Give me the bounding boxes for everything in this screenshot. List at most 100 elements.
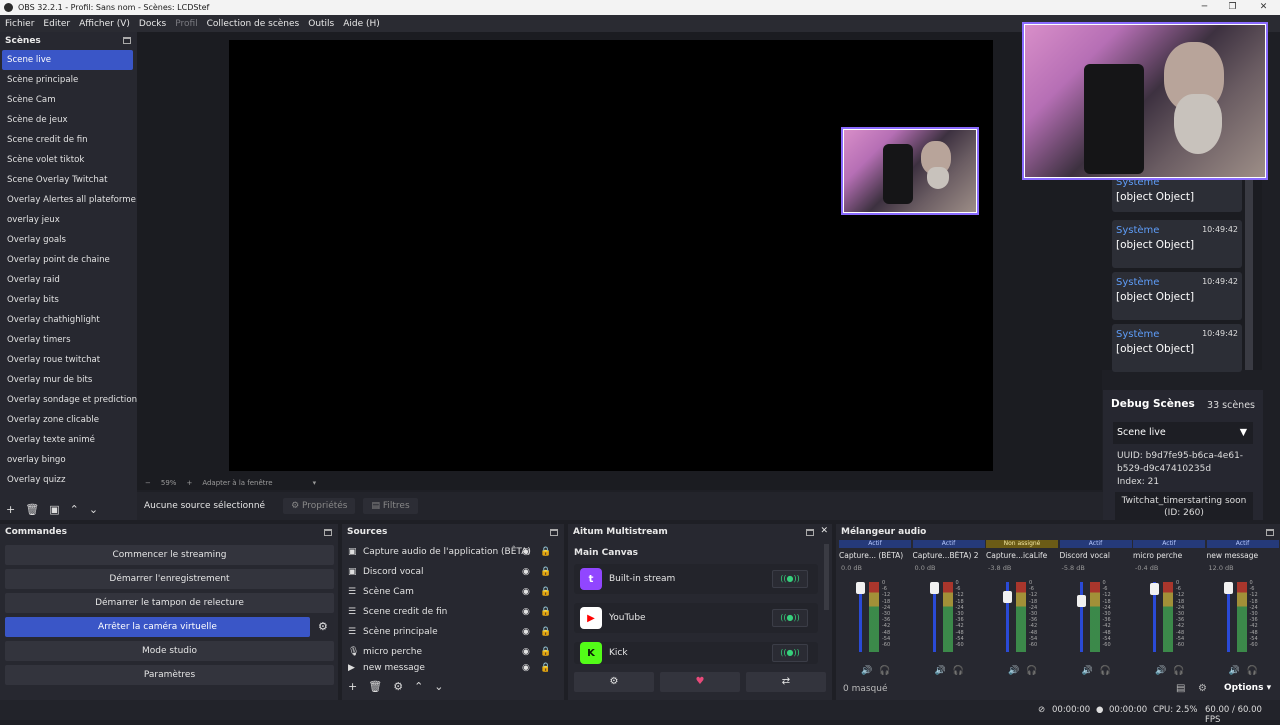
scene-item[interactable]: Overlay texte animé [0,430,137,450]
scene-item[interactable]: Overlay zone clicable [0,410,137,430]
channel-name[interactable]: micro perche [1133,551,1205,560]
scene-item[interactable]: Overlay raid [0,270,137,290]
visibility-eye-icon[interactable]: ◉ [522,607,530,617]
chat-scrollbar[interactable] [1245,180,1253,370]
preview-canvas[interactable] [229,40,993,471]
source-item[interactable]: ☰ Scene credit de fin ◉ 🔒 [348,602,551,622]
stop-virtual-camera-button[interactable]: Arrêter la caméra virtuelle [5,617,310,637]
speaker-icon[interactable]: 🔊 [1008,666,1019,676]
chevron-down-icon[interactable]: ▾ [313,479,317,487]
mixer-options-button[interactable]: Options ▾ [1224,683,1271,693]
add-scene-icon[interactable]: + [6,503,15,516]
undock-icon[interactable] [1266,529,1274,536]
scene-item[interactable]: Overlay mur de bits [0,370,137,390]
source-item[interactable]: ▣ Discord vocal ◉ 🔒 [348,562,551,582]
scene-item[interactable]: Scene Overlay Twitchat [0,170,137,190]
studio-mode-button[interactable]: Mode studio [5,641,334,661]
channel-name[interactable]: Capture...icaLife [986,551,1058,560]
volume-slider-knob[interactable] [929,582,939,594]
undock-icon[interactable] [123,37,131,44]
properties-button[interactable]: ⚙ Propriétés [283,498,356,514]
scene-item[interactable]: Scène Cam [0,90,137,110]
visibility-eye-icon[interactable]: ◉ [522,627,530,637]
speaker-icon[interactable]: 🔊 [1155,666,1166,676]
headphones-icon[interactable]: 🎧 [1026,666,1037,676]
channel-name[interactable]: Capture... (BÊTA) [839,551,911,560]
source-item[interactable]: 🎙 micro perche ◉ 🔒 [348,642,551,662]
scene-item[interactable]: Scène principale [0,70,137,90]
visibility-eye-icon[interactable]: ◉ [522,587,530,597]
move-down-icon[interactable]: ⌄ [89,503,98,516]
menu-docks[interactable]: Docks [139,19,166,29]
lock-icon[interactable]: 🔒 [540,647,551,657]
scene-item[interactable]: Overlay Alertes all plateforme [0,190,137,210]
visibility-eye-icon[interactable]: ◉ [522,567,530,577]
speaker-icon[interactable]: 🔊 [1082,666,1093,676]
headphones-icon[interactable]: 🎧 [1100,666,1111,676]
donate-heart-button[interactable]: ♥ [660,672,740,692]
volume-slider-knob[interactable] [1003,590,1012,603]
move-up-icon[interactable]: ⌃ [70,503,79,516]
start-replay-buffer-button[interactable]: Démarrer le tampon de relecture [5,593,334,613]
lock-icon[interactable]: 🔒 [540,627,551,637]
speaker-icon[interactable]: 🔊 [861,666,872,676]
filters-button[interactable]: ▤ Filtres [363,498,418,514]
scene-item[interactable]: Overlay roue twitchat [0,350,137,370]
menu-afficher[interactable]: Afficher (V) [79,19,130,29]
scene-item[interactable]: Overlay timers [0,330,137,350]
menu-aide[interactable]: Aide (H) [343,19,380,29]
close-dock-icon[interactable]: ✕ [820,526,828,536]
lock-icon[interactable]: 🔒 [540,587,551,597]
menu-fichier[interactable]: Fichier [5,19,34,29]
fit-select[interactable]: Adapter à la fenêtre [202,479,272,487]
scene-item[interactable]: Scène de jeux [0,110,137,130]
scene-item[interactable]: Scene credit de fin [0,130,137,150]
lock-icon[interactable]: 🔒 [540,663,548,673]
scene-item[interactable]: Overlay goals [0,230,137,250]
layout-icon[interactable]: ▤ [1176,683,1185,694]
visibility-eye-icon[interactable]: ◉ [522,663,530,673]
source-item[interactable]: ☰ Scène Cam ◉ 🔒 [348,582,551,602]
multistream-extra-button[interactable]: ⇄ [746,672,826,692]
stream-toggle-button[interactable]: ((●)) [772,644,808,662]
multistream-settings-button[interactable]: ⚙ [574,672,654,692]
scene-item[interactable]: Overlay bits [0,290,137,310]
delete-scene-icon[interactable]: 🗑 [25,503,39,516]
start-streaming-button[interactable]: Commencer le streaming [5,545,334,565]
start-recording-button[interactable]: Démarrer l'enregistrement [5,569,334,589]
channel-name[interactable]: Capture...BÊTA) 2 [913,551,985,560]
volume-slider-knob[interactable] [1150,583,1159,596]
speaker-icon[interactable]: 🔊 [935,666,946,676]
volume-slider-track[interactable] [1079,582,1083,652]
volume-slider-knob[interactable] [856,582,865,594]
multistream-scrollbar[interactable] [824,544,829,610]
scene-select[interactable]: Scene live ▼ [1113,422,1253,444]
headphones-icon[interactable]: 🎧 [953,666,964,676]
scene-item[interactable]: Scene live [2,50,133,70]
scene-item[interactable]: Overlay point de chaine [0,250,137,270]
source-item[interactable]: ☰ Scène principale ◉ 🔒 [348,622,551,642]
menu-collection[interactable]: Collection de scènes [207,19,300,29]
stream-toggle-button[interactable]: ((●)) [772,570,808,588]
volume-slider-knob[interactable] [1223,582,1233,594]
volume-slider-knob[interactable] [1076,594,1086,607]
headphones-icon[interactable]: 🎧 [879,666,890,676]
lock-icon[interactable]: 🔒 [540,567,551,577]
audio-settings-icon[interactable]: ⚙ [1198,683,1207,694]
menu-profil[interactable]: Profil [175,19,197,29]
webcam-source-preview[interactable] [841,127,979,215]
stream-toggle-button[interactable]: ((●)) [772,609,808,627]
zoom-in-icon[interactable]: + [186,479,192,487]
undock-icon[interactable] [550,529,558,536]
scene-item[interactable]: Overlay sondage et prediction [0,390,137,410]
channel-name[interactable]: Discord vocal [1060,551,1132,560]
speaker-icon[interactable]: 🔊 [1229,666,1240,676]
move-up-icon[interactable]: ⌃ [414,680,423,693]
undock-icon[interactable] [324,529,332,536]
scene-item[interactable]: overlay jeux [0,210,137,230]
delete-source-icon[interactable]: 🗑 [368,680,382,693]
visibility-eye-icon[interactable]: ◉ [522,647,530,657]
source-select[interactable]: Twitchat_timerstarting soon (ID: 260) [1115,492,1253,520]
add-source-icon[interactable]: + [348,680,357,693]
source-item[interactable]: ▶ new message ◉ 🔒 [348,662,548,674]
